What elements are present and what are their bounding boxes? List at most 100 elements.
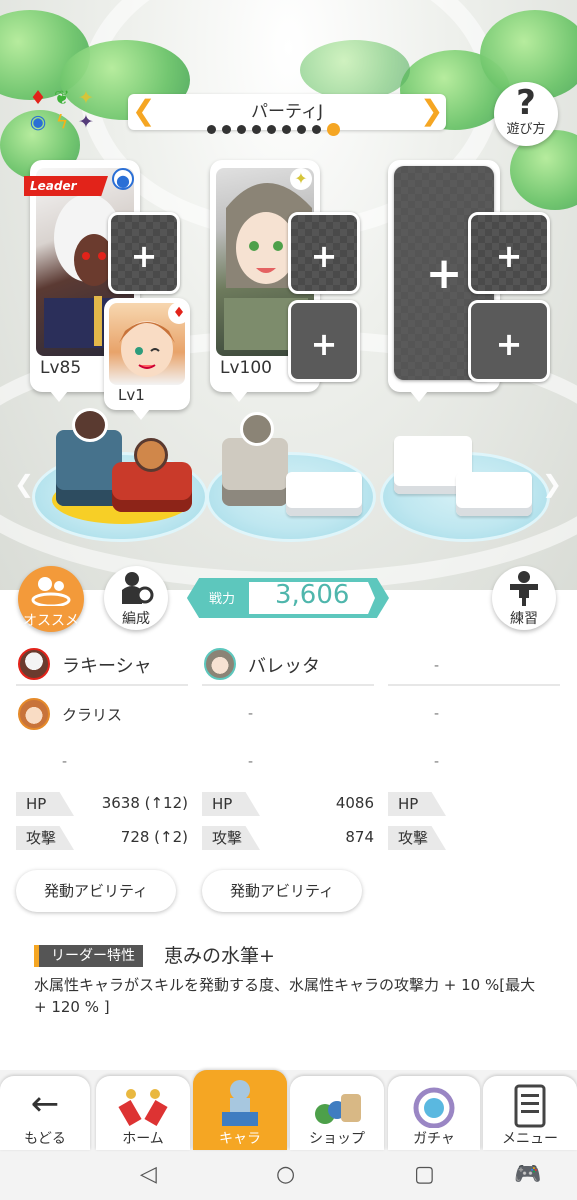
column-2-ability-button[interactable]: 発動アビリティ (202, 870, 362, 912)
column-2-hp: 4086 (335, 794, 374, 812)
column-1-main: ラキーシャ (16, 646, 188, 686)
column-1-attack: 728 (↑2) (120, 828, 188, 846)
slot-2-equipment-slot[interactable]: + (288, 212, 360, 294)
add-equipment-icon: + (310, 237, 338, 275)
home-icon (96, 1084, 190, 1132)
system-gamepad-icon[interactable]: 🎮 (514, 1162, 541, 1187)
formation-label: 編成 (122, 611, 150, 627)
column-1-hp: 3638 (↑12) (101, 794, 188, 812)
back-arrow-icon: ← (30, 1084, 60, 1124)
party-page-dot[interactable] (267, 124, 276, 134)
party-page-dot[interactable] (312, 124, 321, 134)
light-pedestal (222, 438, 288, 506)
nav-shop[interactable]: ショップ (290, 1076, 384, 1150)
fire-attribute-icon: ♦ (168, 302, 190, 324)
add-sub-character-icon: + (495, 325, 523, 363)
column-1-sub-name: クラリス (62, 706, 123, 724)
lakisha-sprite (72, 408, 108, 442)
nav-menu-label: メニュー (502, 1131, 558, 1147)
slot-3-equipment-slot[interactable]: + (468, 212, 550, 294)
water-attribute-icon: ◉ (29, 111, 47, 133)
column-1-main-name: ラキーシャ (62, 656, 152, 677)
nav-home-label: ホーム (122, 1131, 164, 1147)
training-dummy-icon (510, 571, 538, 606)
power-label-text: 戦力 (209, 592, 236, 607)
column-2-main-name: バレッタ (248, 656, 320, 677)
party-title: パーティJ (251, 102, 323, 122)
help-button[interactable]: ? 遊び方 (494, 82, 558, 146)
party-page-dot[interactable] (297, 124, 306, 134)
slot-1-sub-level: Lv1 (118, 386, 145, 404)
nav-menu[interactable]: メニュー (483, 1076, 577, 1150)
fire-attribute-icon: ♦ (29, 87, 47, 109)
party-page-dots (207, 122, 340, 136)
party-page-dot[interactable] (252, 124, 261, 134)
formation-button[interactable]: 編成 (104, 566, 168, 630)
power-label-bg: 戦力 (187, 578, 249, 618)
next-party-chevron-icon[interactable]: ❯ (420, 94, 443, 130)
system-recents-icon[interactable]: ▢ (414, 1162, 435, 1187)
column-1-ability-button[interactable]: 発動アビリティ (16, 870, 176, 912)
slot-2-level: Lv100 (220, 358, 272, 378)
chara-icon (193, 1078, 287, 1132)
help-label: 遊び方 (506, 122, 546, 137)
light-attribute-icon: ✦ (290, 168, 312, 190)
clarice-avatar (18, 698, 50, 730)
thunder-attribute-icon: ϟ (55, 111, 69, 133)
column-1-sub: クラリス (16, 696, 188, 736)
recommend-party-icon (31, 577, 71, 608)
column-3-sub: - (434, 706, 440, 722)
practice-button[interactable]: 練習 (492, 566, 556, 630)
practice-label: 練習 (510, 611, 538, 627)
nav-shop-label: ショップ (309, 1131, 365, 1147)
background-bush (300, 40, 410, 100)
nav-chara-label: キャラ (219, 1131, 261, 1147)
system-back-icon[interactable]: ◁ (140, 1162, 157, 1187)
water-attribute-icon: ● (112, 168, 134, 190)
wind-attribute-icon: ❦ (54, 87, 70, 109)
party-page-dot[interactable] (282, 124, 291, 134)
lakisha-avatar (18, 648, 50, 680)
scroll-right-chevron-icon[interactable]: ❯ (542, 470, 562, 498)
party-page-dot[interactable] (222, 124, 231, 134)
party-page-dot[interactable] (207, 124, 216, 134)
nav-back[interactable]: ← もどる (0, 1076, 90, 1150)
system-home-icon[interactable]: ○ (276, 1162, 295, 1187)
scroll-left-chevron-icon[interactable]: ❮ (14, 470, 34, 498)
column-2-extra: - (248, 754, 254, 770)
nav-gacha-label: ガチャ (413, 1131, 455, 1147)
slot-3-sub-slot[interactable]: + (468, 300, 550, 382)
empty-sub-pedestal (456, 472, 532, 516)
slot-2-sub-slot[interactable]: + (288, 300, 360, 382)
shop-icon (290, 1084, 384, 1132)
attribute-filter-icons[interactable]: ♦ ❦ ✦ ◉ ϟ ✦ (26, 86, 106, 138)
power-value: 3,606 (275, 580, 350, 610)
question-icon: ? (516, 83, 536, 123)
prev-party-chevron-icon[interactable]: ❮ (132, 94, 155, 130)
gacha-icon (388, 1084, 480, 1132)
empty-sub-pedestal (286, 472, 362, 516)
light-attribute-icon: ✦ (78, 87, 94, 109)
formation-person-gear-icon (122, 572, 154, 604)
nav-gacha[interactable]: ガチャ (388, 1076, 480, 1150)
recommend-label: オススメ (23, 613, 79, 629)
column-3-main-name: - (434, 658, 440, 674)
recommend-button[interactable]: オススメ (18, 566, 84, 632)
dark-attribute-icon: ✦ (78, 111, 94, 133)
nav-back-label: もどる (24, 1131, 66, 1147)
nav-home[interactable]: ホーム (96, 1076, 190, 1150)
column-2-attack: 874 (345, 828, 374, 846)
party-page-dot[interactable] (327, 122, 340, 136)
leader-skill-name: 恵みの水筆+ (164, 945, 275, 967)
leader-skill-description: 水属性キャラがスキルを発動する度、水属性キャラの攻撃力 + 10 %[最大 + … (34, 976, 536, 1016)
leader-badge: Leader (24, 176, 108, 196)
column-1-extra: - (62, 754, 68, 770)
party-page-dot[interactable] (237, 124, 246, 134)
baretta-avatar (204, 648, 236, 680)
nav-chara[interactable]: キャラ (193, 1070, 287, 1150)
slot-1-equipment-slot[interactable]: + (108, 212, 180, 294)
baretta-sprite (240, 412, 274, 446)
column-3-extra: - (434, 754, 440, 770)
column-3-main: - (388, 646, 560, 686)
add-sub-character-icon: + (310, 325, 338, 363)
